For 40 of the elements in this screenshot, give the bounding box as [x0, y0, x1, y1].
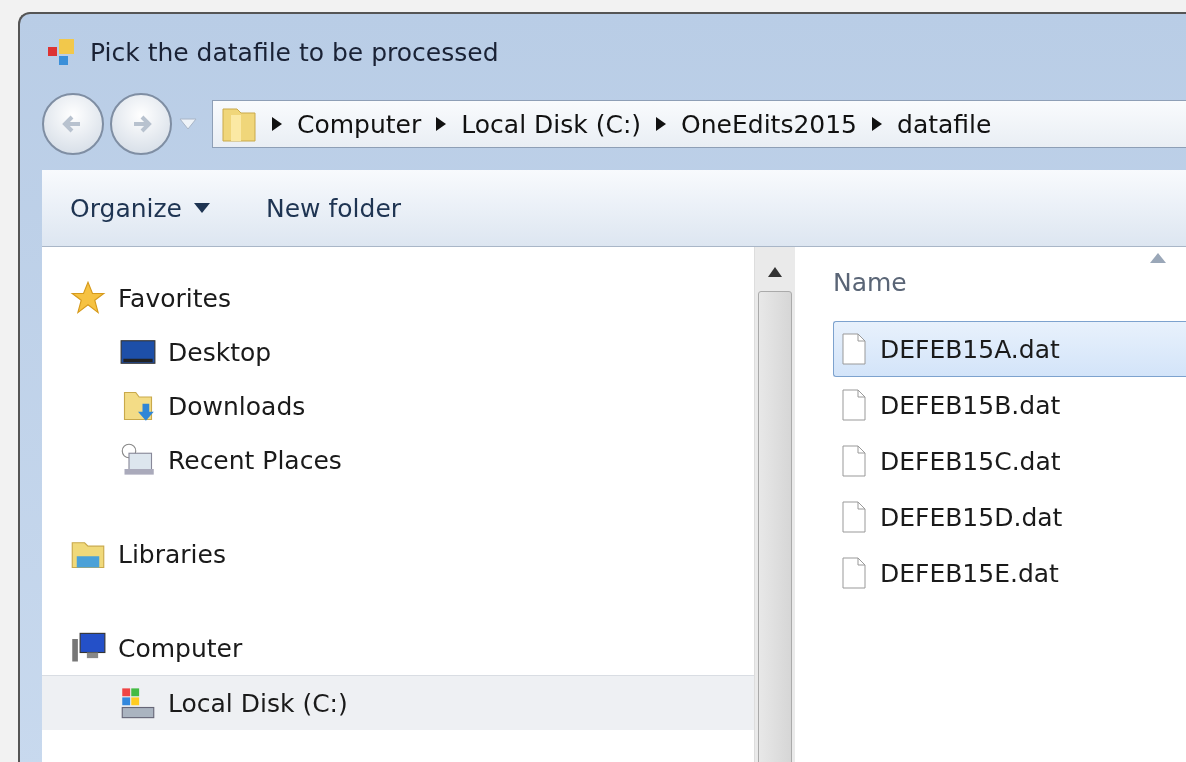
- file-row[interactable]: DEFEB15A.dat: [833, 321, 1186, 377]
- breadcrumb-item[interactable]: OneEdits2015: [681, 109, 858, 139]
- organize-button[interactable]: Organize: [66, 189, 214, 227]
- scroll-up-icon[interactable]: [768, 267, 782, 277]
- chevron-icon: [655, 117, 668, 131]
- nav-item[interactable]: Computer: [64, 621, 754, 675]
- file-icon: [842, 389, 866, 421]
- nav-item[interactable]: Recent Places: [64, 433, 754, 487]
- scroll-thumb[interactable]: [758, 291, 792, 762]
- window-title: Pick the datafile to be processed: [90, 37, 499, 67]
- dropdown-caret-icon[interactable]: [178, 117, 198, 131]
- file-row[interactable]: DEFEB15B.dat: [833, 377, 1186, 433]
- file-icon: [842, 501, 866, 533]
- drive-icon: [120, 685, 156, 721]
- file-row[interactable]: DEFEB15E.dat: [833, 545, 1186, 601]
- nav-item[interactable]: Favorites: [64, 271, 754, 325]
- caret-icon: [194, 203, 210, 213]
- nav-item[interactable]: Libraries: [64, 527, 754, 581]
- chevron-icon: [271, 117, 283, 131]
- nav-item[interactable]: Local Disk (C:): [42, 675, 754, 730]
- recent-places-icon: [120, 442, 156, 478]
- star-icon: [70, 280, 106, 316]
- breadcrumb-item[interactable]: Computer: [297, 109, 422, 139]
- scrollbar[interactable]: [754, 247, 795, 762]
- breadcrumb-item[interactable]: Local Disk (C:): [461, 109, 642, 139]
- new-folder-button[interactable]: New folder: [262, 189, 406, 227]
- file-row[interactable]: DEFEB15D.dat: [833, 489, 1186, 545]
- file-icon: [842, 333, 866, 365]
- file-row[interactable]: DEFEB15C.dat: [833, 433, 1186, 489]
- column-header[interactable]: Name: [833, 247, 1186, 317]
- address-bar[interactable]: Computer Local Disk (C:) OneEdits2015 datafile: [212, 100, 1186, 148]
- file-icon: [842, 557, 866, 589]
- chevron-icon: [435, 117, 448, 131]
- chevron-icon: [871, 117, 884, 131]
- sort-caret-icon: [1150, 253, 1166, 263]
- breadcrumb-item[interactable]: datafile: [897, 109, 992, 139]
- file-icon: [842, 445, 866, 477]
- folder-icon: [221, 105, 257, 143]
- nav-item[interactable]: Desktop: [64, 325, 754, 379]
- nav-item[interactable]: Downloads: [64, 379, 754, 433]
